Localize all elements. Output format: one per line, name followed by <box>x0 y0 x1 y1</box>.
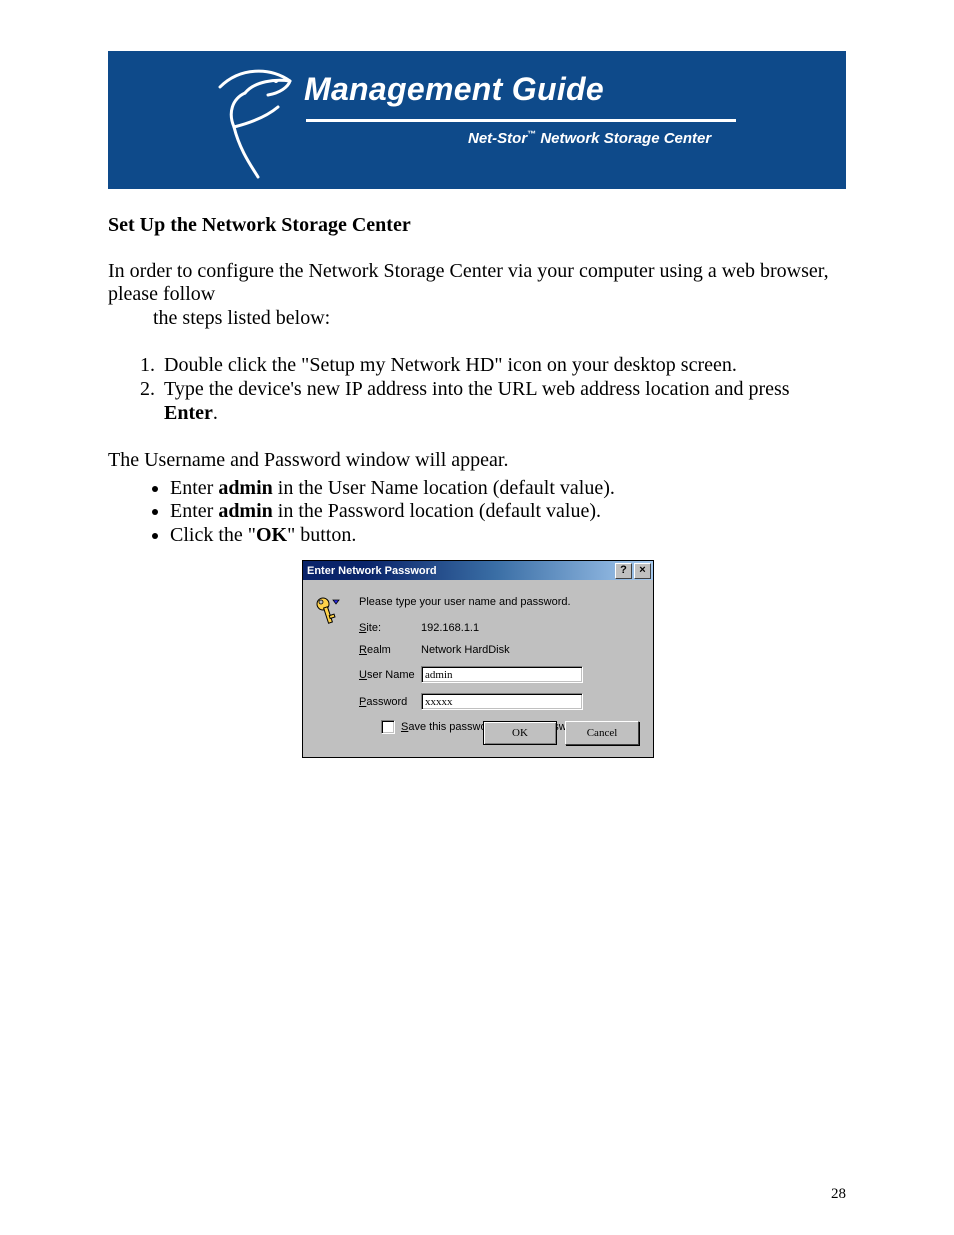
section-heading: Set Up the Network Storage Center <box>108 214 846 238</box>
realm-value: Network HardDisk <box>421 644 510 656</box>
close-button[interactable]: × <box>634 563 651 579</box>
banner-title: Management Guide <box>304 71 604 108</box>
document-body: Set Up the Network Storage Center In ord… <box>108 214 846 548</box>
cancel-button[interactable]: Cancel <box>565 721 639 745</box>
page-number: 28 <box>831 1186 846 1203</box>
banner-subtitle: Net-Stor™ Network Storage Center <box>468 129 711 147</box>
username-label: User Name <box>359 669 421 681</box>
save-password-checkbox[interactable] <box>381 720 395 734</box>
dialog-body: Please type your user name and password.… <box>302 580 654 758</box>
dialog-title: Enter Network Password <box>307 565 437 577</box>
step-item: Double click the "Setup my Network HD" i… <box>160 354 846 378</box>
eagle-logo-icon <box>210 59 300 179</box>
help-button[interactable]: ? <box>615 563 632 579</box>
site-value: 192.168.1.1 <box>421 622 479 634</box>
key-icon <box>315 596 343 626</box>
password-input[interactable] <box>421 693 583 710</box>
password-dialog: Enter Network Password ? × Please type y… <box>302 560 654 758</box>
password-label: Password <box>359 696 421 708</box>
dialog-message: Please type your user name and password. <box>359 596 639 608</box>
bullet-item: Enter admin in the Password location (de… <box>170 500 846 524</box>
after-list-paragraph: The Username and Password window will ap… <box>108 449 846 473</box>
ok-button[interactable]: OK <box>483 721 557 745</box>
site-label: Site: <box>359 622 421 634</box>
realm-label: Realm <box>359 644 421 656</box>
bullet-item: Enter admin in the User Name location (d… <box>170 477 846 501</box>
username-input[interactable] <box>421 666 583 683</box>
intro-paragraph: In order to configure the Network Storag… <box>108 260 846 331</box>
header-banner: Management Guide Net-Stor™ Network Stora… <box>108 51 846 189</box>
bullet-item: Click the "OK" button. <box>170 524 846 548</box>
dialog-titlebar: Enter Network Password ? × <box>302 560 654 580</box>
banner-divider <box>306 119 736 122</box>
steps-list: Double click the "Setup my Network HD" i… <box>108 354 846 425</box>
step-item: Type the device's new IP address into th… <box>160 378 846 425</box>
bullet-list: Enter admin in the User Name location (d… <box>108 477 846 548</box>
